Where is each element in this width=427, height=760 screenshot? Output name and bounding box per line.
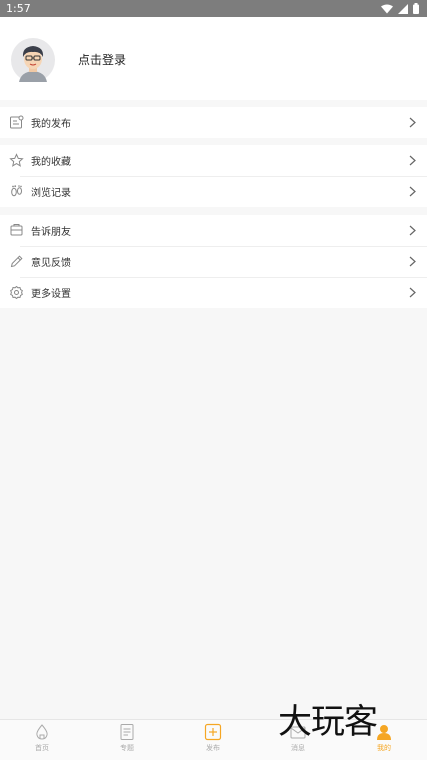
status-icons — [381, 3, 419, 14]
avatar[interactable] — [11, 38, 55, 82]
menu-item-label: 我的收藏 — [31, 157, 71, 168]
tab-home[interactable]: 首页 — [12, 723, 72, 759]
chevron-right-icon — [409, 287, 416, 298]
chevron-right-icon — [409, 117, 416, 128]
tab-label: 消息 — [291, 744, 305, 752]
tab-label: 专题 — [120, 744, 134, 752]
document-icon — [120, 724, 134, 740]
menu-item-history[interactable]: 浏览记录 — [0, 176, 427, 207]
tab-publish[interactable]: 发布 — [183, 723, 243, 759]
menu-item-more-settings[interactable]: 更多设置 — [0, 277, 427, 308]
status-bar: 1:57 — [0, 0, 427, 17]
chevron-right-icon — [409, 186, 416, 197]
menu-item-tell-friends[interactable]: 告诉朋友 — [0, 215, 427, 246]
profile-header[interactable]: 点击登录 — [0, 17, 427, 100]
menu-section-settings: 告诉朋友 意见反馈 更多设置 — [0, 215, 427, 308]
tab-label: 发布 — [206, 744, 220, 752]
menu-item-favorites[interactable]: 我的收藏 — [0, 145, 427, 176]
wifi-icon — [381, 4, 393, 13]
menu-item-label: 浏览记录 — [31, 188, 71, 199]
menu-section-publish: 我的发布 — [0, 107, 427, 138]
chevron-right-icon — [409, 225, 416, 236]
share-icon — [10, 224, 23, 236]
tab-label: 我的 — [377, 744, 391, 752]
home-icon — [36, 724, 48, 740]
status-time: 1:57 — [6, 2, 31, 15]
add-icon — [204, 723, 222, 741]
menu-item-label: 意见反馈 — [31, 258, 71, 269]
footprint-icon — [11, 185, 22, 197]
star-icon — [9, 153, 24, 167]
tab-topics[interactable]: 专题 — [97, 723, 157, 759]
menu-item-feedback[interactable]: 意见反馈 — [0, 246, 427, 277]
gear-icon — [10, 285, 23, 300]
publish-icon — [10, 115, 24, 129]
menu-section-collections: 我的收藏 浏览记录 — [0, 145, 427, 207]
chevron-right-icon — [409, 155, 416, 166]
signal-icon — [398, 3, 408, 14]
watermark: 大玩客 — [278, 702, 378, 742]
login-link[interactable]: 点击登录 — [78, 51, 126, 68]
menu-item-label: 更多设置 — [31, 289, 71, 300]
menu-item-label: 我的发布 — [31, 119, 71, 130]
menu-item-my-posts[interactable]: 我的发布 — [0, 107, 427, 138]
chevron-right-icon — [409, 256, 416, 267]
menu-item-label: 告诉朋友 — [31, 227, 71, 238]
tab-label: 首页 — [35, 744, 49, 752]
battery-icon — [413, 3, 419, 14]
pencil-icon — [10, 255, 23, 268]
